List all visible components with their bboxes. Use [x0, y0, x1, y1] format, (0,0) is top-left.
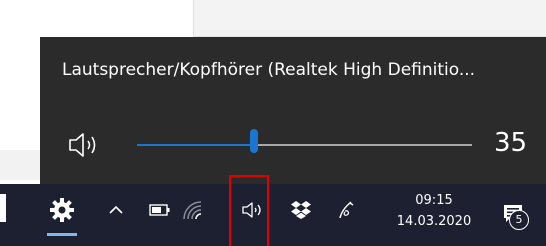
- clock-date: 14.03.2020: [396, 214, 472, 229]
- clock-time: 09:15: [415, 193, 453, 208]
- network-button[interactable]: [178, 196, 206, 224]
- dropbox-button[interactable]: [286, 196, 316, 224]
- audio-device-name[interactable]: Lautsprecher/Kopfhörer (Realtek High Def…: [62, 60, 475, 80]
- pen-workspace-button[interactable]: [333, 196, 361, 224]
- wifi-icon: [183, 201, 202, 220]
- speaker-icon[interactable]: [66, 130, 106, 160]
- volume-flyout: Lautsprecher/Kopfhörer (Realtek High Def…: [40, 37, 546, 184]
- volume-slider-thumb[interactable]: [250, 129, 259, 153]
- battery-icon: [149, 204, 170, 216]
- background-window: [193, 0, 546, 37]
- volume-value: 35: [494, 128, 528, 158]
- volume-slider-fill: [137, 144, 255, 146]
- chevron-up-icon: [109, 205, 123, 214]
- taskbar-clock[interactable]: 09:15 14.03.2020: [384, 184, 484, 238]
- show-hidden-icons-button[interactable]: [104, 198, 128, 222]
- active-app-indicator: [47, 233, 77, 236]
- taskbar: 09:15 14.03.2020: [0, 184, 546, 246]
- taskbar-app-edge: [0, 194, 6, 222]
- background-window-edge: [0, 150, 40, 180]
- notification-count-badge: 5: [509, 210, 529, 230]
- settings-button[interactable]: [40, 184, 84, 236]
- dropbox-icon: [291, 201, 311, 219]
- highlight-box: [229, 175, 269, 246]
- volume-slider[interactable]: [137, 129, 472, 153]
- battery-button[interactable]: [148, 198, 172, 222]
- gear-icon: [50, 198, 74, 222]
- pen-icon: [339, 201, 354, 219]
